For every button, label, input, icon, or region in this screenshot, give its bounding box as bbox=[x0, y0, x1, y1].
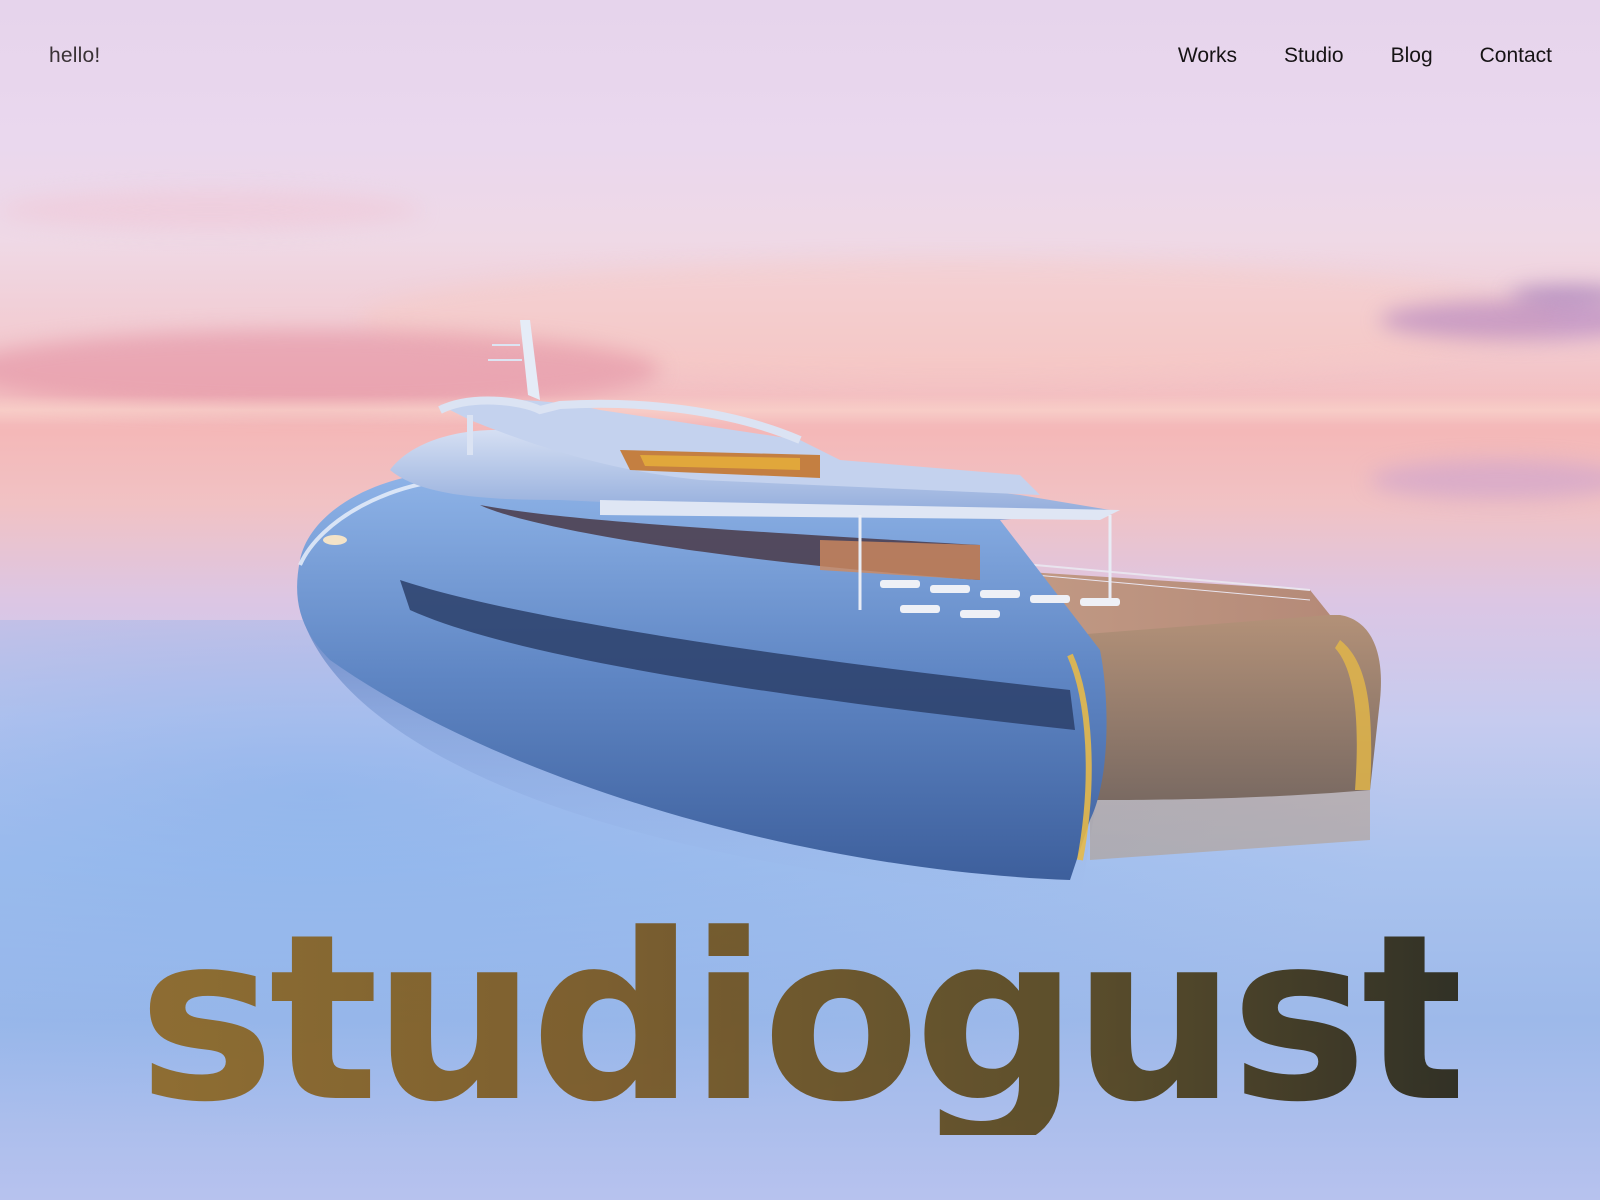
hero-page: hello! Works Studio Blog Contact studiog… bbox=[0, 0, 1600, 1200]
main-nav: Works Studio Blog Contact bbox=[1178, 44, 1552, 68]
nav-contact[interactable]: Contact bbox=[1480, 44, 1552, 68]
brand-logo: studiogusto bbox=[138, 886, 1600, 1155]
mast bbox=[520, 320, 540, 400]
nav-blog[interactable]: Blog bbox=[1391, 44, 1433, 68]
greeting-link[interactable]: hello! bbox=[49, 44, 100, 68]
nav-studio[interactable]: Studio bbox=[1284, 44, 1344, 68]
nav-works[interactable]: Works bbox=[1178, 44, 1237, 68]
site-header: hello! Works Studio Blog Contact bbox=[0, 0, 1600, 120]
brand-wordmark: studiogusto bbox=[138, 886, 1600, 1153]
